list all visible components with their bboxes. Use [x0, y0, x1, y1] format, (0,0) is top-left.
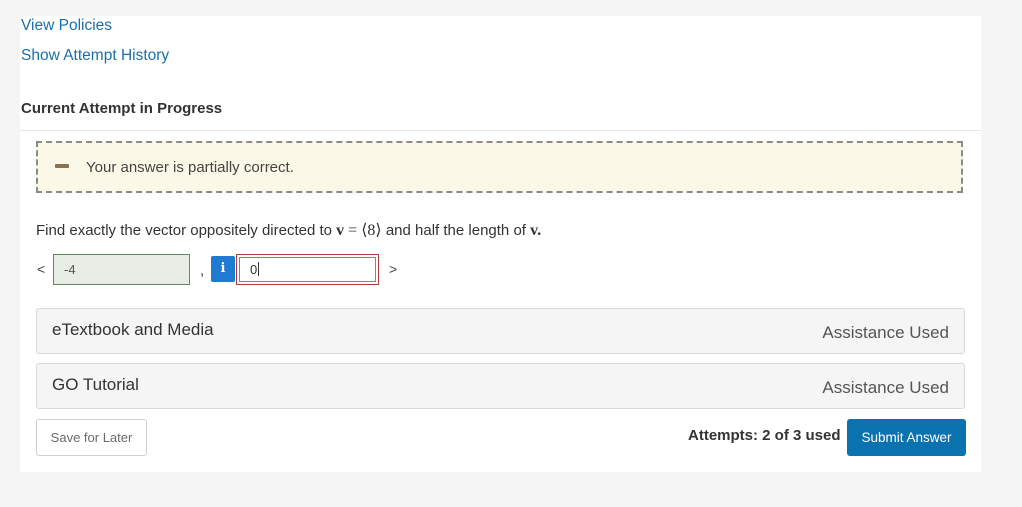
info-icon[interactable]: i — [211, 256, 235, 282]
question-prefix: Find exactly the vector oppositely direc… — [36, 222, 337, 239]
go-tutorial-panel[interactable]: GO Tutorial Assistance Used — [36, 363, 965, 409]
view-policies-link[interactable]: View Policies — [21, 17, 112, 35]
equals-sign: = — [344, 222, 362, 239]
vector-value: ⟨8⟩ — [361, 222, 382, 239]
component-separator: , — [200, 262, 205, 279]
component-2-input[interactable]: 0 — [236, 254, 379, 285]
etextbook-media-panel[interactable]: eTextbook and Media Assistance Used — [36, 308, 965, 354]
question-period: . — [537, 222, 542, 239]
section-divider — [20, 130, 981, 131]
panel-status: Assistance Used — [822, 323, 949, 342]
attempts-counter: Attempts: 2 of 3 used — [688, 427, 841, 444]
submit-answer-button[interactable]: Submit Answer — [847, 419, 966, 456]
component-1-input[interactable]: -4 — [53, 254, 190, 285]
close-bracket: > — [389, 261, 398, 277]
save-for-later-button[interactable]: Save for Later — [36, 419, 147, 456]
panel-status: Assistance Used — [822, 378, 949, 397]
open-bracket: < — [37, 261, 46, 277]
panel-title: eTextbook and Media — [52, 320, 214, 339]
question-text: Find exactly the vector oppositely direc… — [36, 220, 541, 240]
feedback-text: Your answer is partially correct. — [86, 159, 294, 176]
question-suffix: and half the length of — [381, 222, 531, 239]
vector-symbol: v — [336, 222, 345, 239]
panel-title: GO Tutorial — [52, 375, 139, 394]
show-attempt-history-link[interactable]: Show Attempt History — [21, 47, 169, 65]
partial-dash-icon — [55, 164, 69, 168]
component-2-input-field[interactable]: 0 — [239, 257, 376, 282]
text-caret — [258, 262, 260, 276]
current-attempt-heading: Current Attempt in Progress — [21, 100, 223, 117]
component-2-value: 0 — [250, 262, 258, 277]
feedback-banner: Your answer is partially correct. — [36, 141, 963, 193]
